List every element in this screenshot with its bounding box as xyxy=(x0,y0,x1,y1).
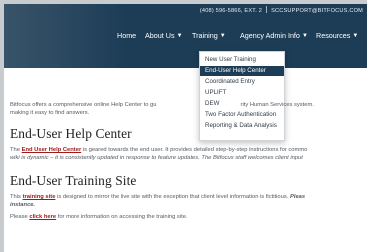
heading-end-user-training-site: End-User Training Site xyxy=(10,173,137,188)
heading-end-user-help-center: End-User Help Center xyxy=(10,126,132,141)
nav-resources-label: Resources xyxy=(316,31,351,40)
nav-home[interactable]: Home xyxy=(117,31,136,40)
training-p3-rest: for more information on accessing the tr… xyxy=(56,214,188,220)
phone-link[interactable]: (408) 596-5866, EXT. 2 xyxy=(200,8,262,14)
intro-line1-right: rity Human Services system. xyxy=(240,102,314,108)
training-p1-prefix: This xyxy=(10,194,23,200)
nav-about-us[interactable]: About Us ▼ xyxy=(145,31,183,40)
training-p3-prefix: Please xyxy=(10,214,30,220)
divider xyxy=(266,6,268,13)
training-paragraph-line2: instance. xyxy=(10,202,36,208)
chevron-down-icon: ▼ xyxy=(176,33,183,39)
chevron-down-icon: ▼ xyxy=(352,33,359,39)
nav-training[interactable]: Training ▼ xyxy=(192,31,226,40)
click-here-link[interactable]: click here xyxy=(29,214,56,220)
dropdown-item-uplift[interactable]: UPLIFT xyxy=(200,88,284,98)
help-p1-rest: is geared towards the end user. It provi… xyxy=(81,147,308,153)
nav-resources[interactable]: Resources ▼ xyxy=(316,31,358,40)
training-p1-rest: is designed to mirror the live site with… xyxy=(55,194,290,200)
training-paragraph-line1: This training site is designed to mirror… xyxy=(10,193,362,201)
training-p1-em: Pleas xyxy=(289,194,306,200)
chevron-down-icon: ▼ xyxy=(301,33,308,39)
help-paragraph-line2: wiki is dynamic – it is consistently upd… xyxy=(10,155,303,161)
help-paragraph-line1: The End User Help Center is geared towar… xyxy=(10,146,362,154)
training-paragraph-line3: Please click here for more information o… xyxy=(10,213,362,221)
intro-line1-left: Bitfocus offers a comprehensive online H… xyxy=(10,102,157,108)
intro-line2: making it easy to find answers. xyxy=(10,110,90,116)
nav-about-label: About Us xyxy=(145,31,175,40)
main-content: Bitfocus offers a comprehensive online H… xyxy=(10,101,362,221)
end-user-help-center-link[interactable]: End User Help Center xyxy=(22,147,82,153)
training-site-link[interactable]: training site xyxy=(23,194,56,200)
contact-info: (408) 596-5866, EXT. 2 SCCSUPPORT@BITFOCU… xyxy=(200,6,363,14)
email-link[interactable]: SCCSUPPORT@BITFOCUS.COM xyxy=(271,8,363,14)
top-contact-bar: (408) 596-5866, EXT. 2 SCCSUPPORT@BITFOCU… xyxy=(4,4,367,16)
page: (408) 596-5866, EXT. 2 SCCSUPPORT@BITFOCU… xyxy=(4,4,367,252)
intro-text: Bitfocus offers a comprehensive online H… xyxy=(10,101,362,109)
main-nav: Home About Us ▼ Training ▼ Agency Admin In… xyxy=(4,31,367,45)
dropdown-item-new-user-training[interactable]: New User Training xyxy=(200,55,284,65)
nav-agency-admin-info[interactable]: Agency Admin Info ▼ xyxy=(240,31,308,40)
site-header: (408) 596-5866, EXT. 2 SCCSUPPORT@BITFOCU… xyxy=(4,4,367,68)
nav-training-label: Training xyxy=(192,31,218,40)
dropdown-item-end-user-help-center[interactable]: End-User Help Center xyxy=(200,66,284,76)
browser-frame: (408) 596-5866, EXT. 2 SCCSUPPORT@BITFOCU… xyxy=(0,0,367,252)
nav-agency-label: Agency Admin Info xyxy=(240,31,300,40)
help-p1-prefix: The xyxy=(10,147,22,153)
dropdown-item-coordinated-entry[interactable]: Coordinated Entry xyxy=(200,77,284,87)
chevron-down-icon: ▼ xyxy=(219,33,226,39)
